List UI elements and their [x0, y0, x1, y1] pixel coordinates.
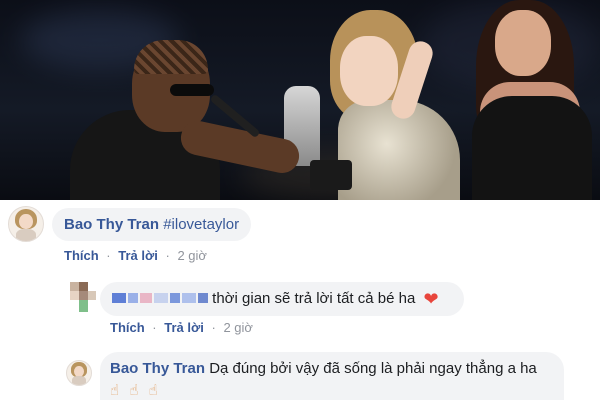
pointing-hand-emoji-icon: ☝: [110, 382, 120, 399]
heart-emoji-icon: ❤: [423, 289, 439, 309]
separator: ·: [211, 320, 216, 335]
separator: ·: [165, 248, 170, 263]
reply-link[interactable]: Trả lời: [118, 248, 158, 263]
separator: ·: [152, 320, 157, 335]
avatar-body: [15, 228, 37, 241]
comment-actions: Thích · Trả lời · 2 giờ: [64, 248, 207, 263]
person-right-face: [495, 10, 551, 76]
pointing-hand-emoji-icon: ☝: [129, 382, 139, 399]
separator: ·: [106, 248, 111, 263]
comment-text: #ilovetaylor: [163, 216, 240, 233]
like-link[interactable]: Thích: [64, 248, 99, 263]
reply-link[interactable]: Trả lời: [164, 320, 204, 335]
pointing-hand-emoji-icon: ☝: [148, 382, 158, 399]
avatar[interactable]: [66, 360, 92, 386]
pixel-block: [88, 291, 96, 300]
comment-timestamp[interactable]: 2 giờ: [177, 248, 207, 263]
comment-bubble: Bao Thy Tran Dạ đúng bởi vậy đã sống là …: [100, 352, 564, 400]
person-center-face: [340, 36, 398, 106]
person-left-hair: [134, 40, 208, 74]
comment-bubble: Bao Thy Tran #ilovetaylor: [52, 208, 252, 241]
comment-actions: Thích · Trả lời · 2 giờ: [110, 320, 253, 335]
trophy-base: [310, 160, 352, 190]
comment-author[interactable]: Bao Thy Tran: [110, 360, 205, 377]
avatar-body: [71, 376, 87, 385]
avatar-face: [19, 213, 33, 230]
author-name-pixelated[interactable]: [110, 291, 208, 305]
avatar-pixelated[interactable]: [70, 282, 96, 312]
like-link[interactable]: Thích: [110, 320, 145, 335]
comment-timestamp[interactable]: 2 giờ: [223, 320, 253, 335]
pixel-block: [79, 291, 88, 300]
comment-text: Dạ đúng bởi vậy đã sống là phải ngay thẳ…: [209, 360, 537, 377]
avatar-face: [74, 365, 84, 377]
sunglasses: [170, 84, 214, 96]
award-show-photo: [0, 0, 600, 200]
person-right-dress: [472, 96, 592, 200]
comment-bubble: thời gian sẽ trả lời tất cả bé ha ❤: [100, 282, 464, 316]
comment-author[interactable]: Bao Thy Tran: [64, 216, 159, 233]
pixel-block: [79, 282, 88, 291]
pixel-block: [79, 300, 88, 312]
pixel-block: [70, 291, 79, 300]
pixel-block: [70, 282, 79, 291]
comment-text: thời gian sẽ trả lời tất cả bé ha: [212, 290, 416, 307]
avatar[interactable]: [8, 206, 44, 242]
